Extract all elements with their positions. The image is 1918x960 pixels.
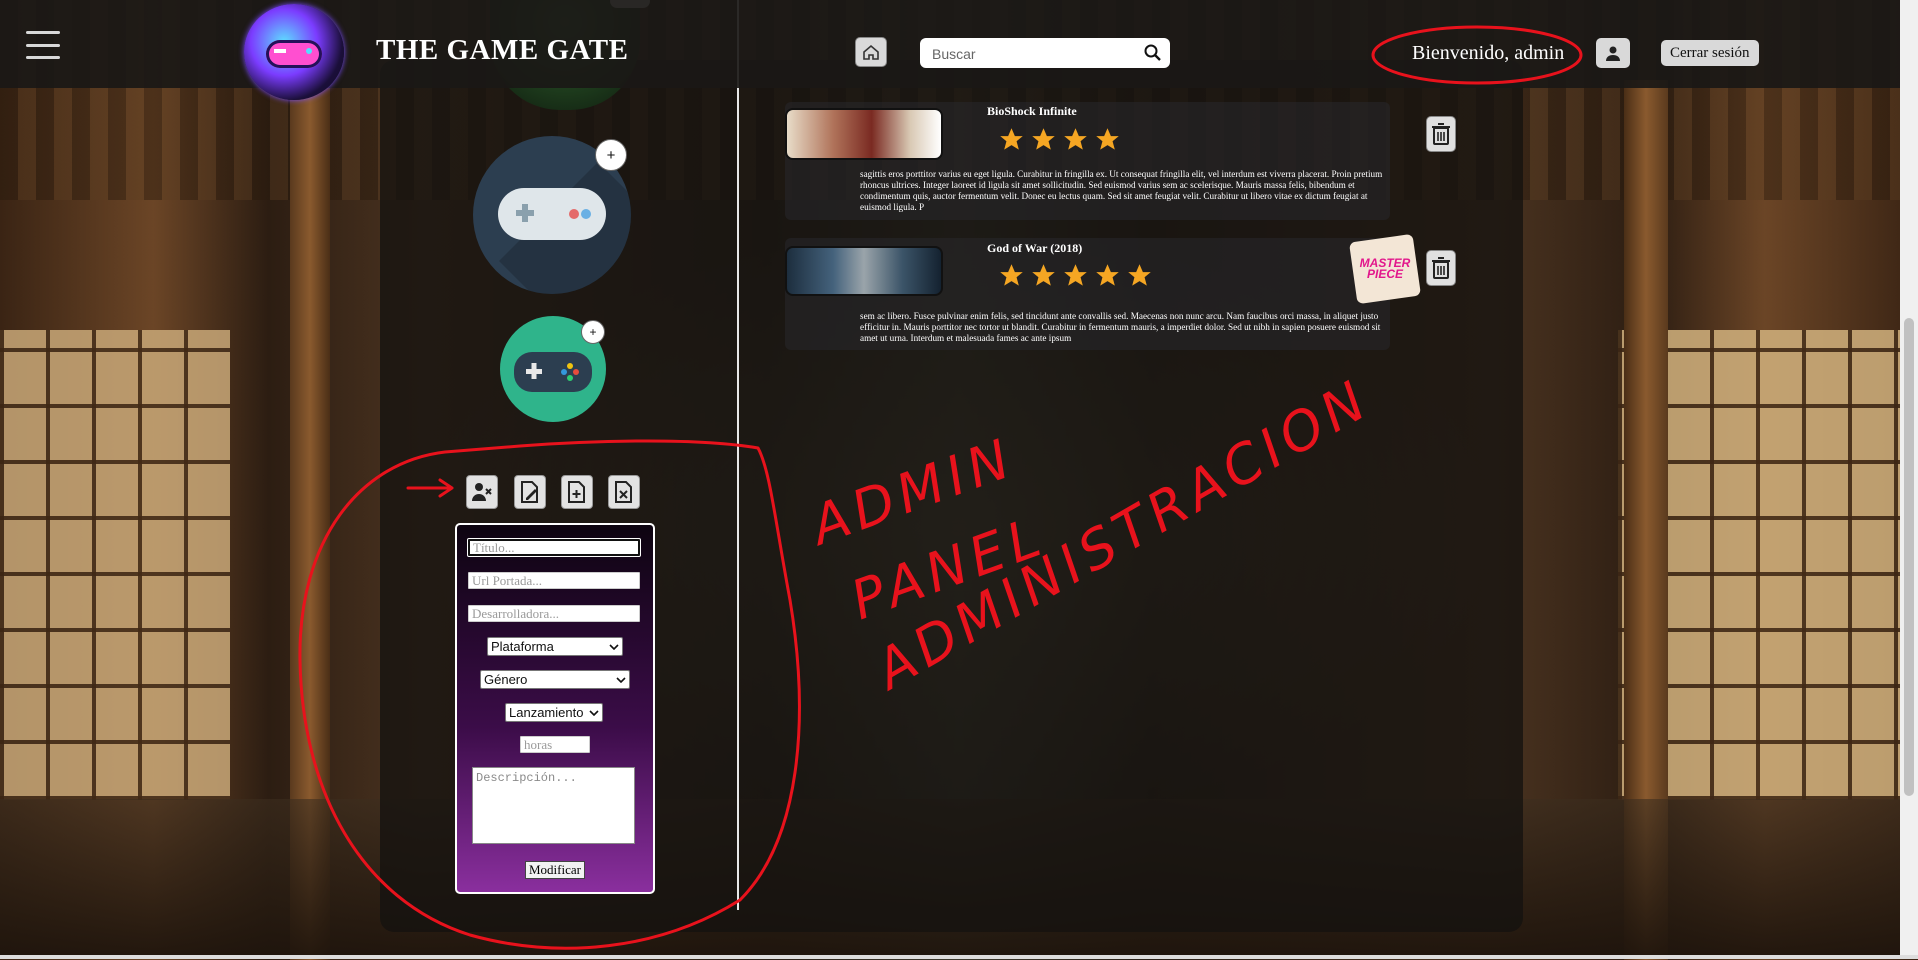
release-select-value: Lanzamiento [509, 705, 584, 720]
admin-form: Plataforma Género Lanzamiento Modificar [455, 523, 655, 894]
search-icon[interactable] [1144, 44, 1162, 62]
star-icon [1032, 128, 1055, 150]
file-plus-icon [568, 481, 585, 503]
game-title: BioShock Infinite [987, 104, 1077, 118]
star-icon [1096, 128, 1119, 150]
star-icon [1064, 264, 1087, 286]
genre-select[interactable]: Género [480, 670, 630, 689]
developer-input[interactable] [468, 605, 640, 622]
brand-logo[interactable] [244, 4, 344, 100]
game-description: sem ac libero. Fusce pulvinar enim felis… [860, 311, 1381, 343]
star-icon [1064, 128, 1087, 150]
gamepad-icon [514, 352, 592, 392]
trash-icon [1432, 123, 1450, 145]
game-description: sagittis eros porttitor varius eu eget l… [860, 169, 1383, 212]
chevron-down-icon [589, 709, 599, 716]
add-avatar-button[interactable]: + [581, 320, 605, 344]
home-button[interactable] [855, 37, 887, 67]
user-x-icon [472, 483, 492, 501]
edit-file-button[interactable] [514, 475, 546, 509]
scrollbar-thumb[interactable] [1904, 318, 1914, 796]
column-divider [737, 0, 739, 910]
description-textarea[interactable] [472, 767, 635, 844]
search-input[interactable] [930, 38, 1134, 70]
star-icon [1000, 264, 1023, 286]
logout-button[interactable]: Cerrar sesión [1661, 40, 1759, 66]
platform-select-value: Plataforma [491, 639, 554, 654]
chevron-down-icon [616, 676, 626, 683]
chevron-down-icon [609, 643, 619, 650]
masterpiece-badge: MASTER PIECE [1348, 233, 1422, 305]
add-file-button[interactable] [561, 475, 593, 509]
page-scrollbar[interactable] [1900, 0, 1918, 959]
game-cover-image[interactable] [785, 108, 943, 160]
gamepad-icon [266, 40, 322, 68]
game-card: God of War (2018) sem ac libero. Fusce p… [785, 233, 1456, 350]
profile-button[interactable] [1596, 38, 1630, 68]
star-icon [1032, 264, 1055, 286]
release-select[interactable]: Lanzamiento [505, 703, 603, 722]
top-header: THE GAME GATE Bienvenido, admin Cerrar s… [0, 0, 1918, 100]
game-cover-image[interactable] [785, 246, 943, 296]
background-shoji-left [0, 330, 230, 800]
star-icon [1000, 128, 1023, 150]
gamepad-icon [498, 188, 606, 240]
delete-game-button[interactable] [1426, 250, 1456, 286]
cover-url-input[interactable] [468, 572, 640, 589]
welcome-message: Bienvenido, admin [1412, 42, 1565, 64]
game-title: God of War (2018) [987, 241, 1083, 255]
platform-select[interactable]: Plataforma [487, 637, 623, 656]
search-bar [920, 38, 1170, 70]
hours-input[interactable] [520, 736, 590, 753]
hamburger-menu-icon[interactable] [26, 31, 60, 59]
file-edit-icon [521, 481, 538, 503]
star-icon [1128, 264, 1151, 286]
title-input[interactable] [467, 538, 641, 557]
user-icon [1606, 46, 1620, 61]
delete-file-button[interactable] [608, 475, 640, 509]
rating-stars [998, 262, 1153, 289]
rating-stars [998, 126, 1121, 153]
masterpiece-badge-label: MASTER PIECE [1359, 256, 1411, 281]
bottom-edge [0, 955, 1918, 959]
home-icon [863, 44, 879, 60]
trash-icon [1432, 257, 1450, 279]
file-x-icon [615, 481, 632, 503]
add-avatar-button[interactable]: + [595, 139, 627, 171]
game-card: BioShock Infinite sagittis eros porttito… [785, 102, 1456, 220]
star-icon [1096, 264, 1119, 286]
modify-button[interactable]: Modificar [525, 861, 585, 879]
delete-game-button[interactable] [1426, 116, 1456, 152]
genre-select-value: Género [484, 672, 528, 687]
brand-title[interactable]: THE GAME GATE [376, 34, 629, 67]
remove-user-button[interactable] [466, 475, 498, 509]
